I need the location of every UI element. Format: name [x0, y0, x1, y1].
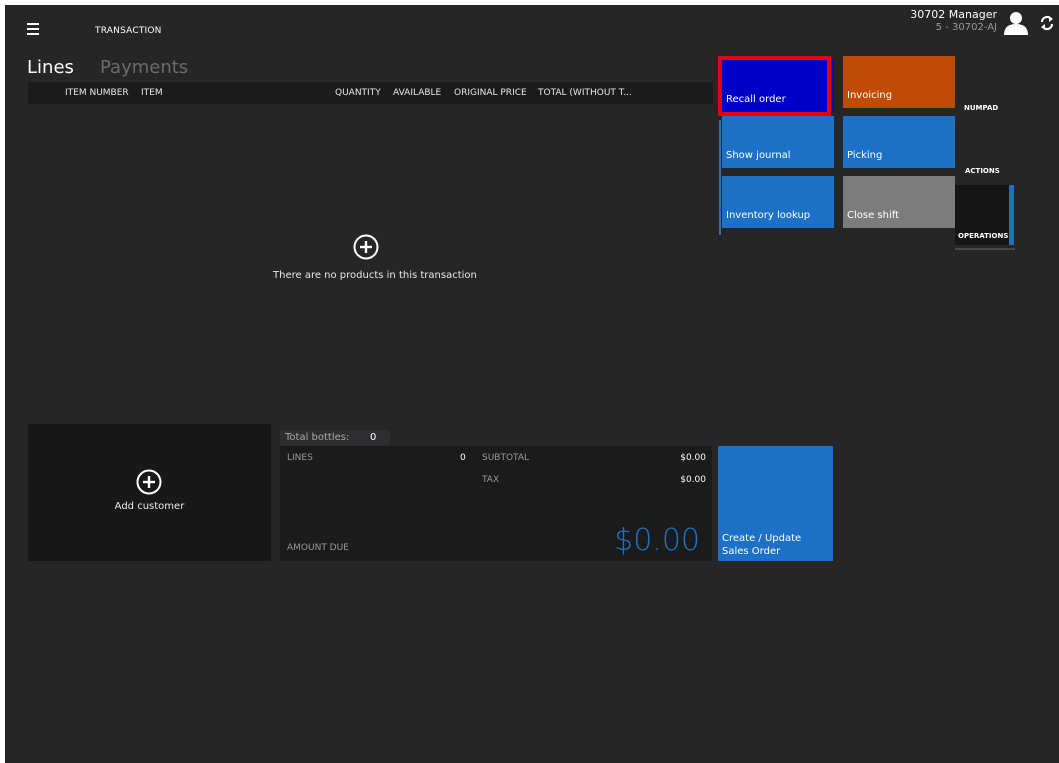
column-header-available[interactable]: AVAILABLE — [393, 88, 441, 98]
column-header-total[interactable]: TOTAL (WITHOUT T... — [538, 88, 632, 98]
amount-due-label: AMOUNT DUE — [287, 543, 349, 553]
total-bottles-label: Total bottles: — [285, 432, 350, 443]
add-customer-label: Add customer — [114, 501, 185, 512]
user-avatar-icon[interactable] — [1003, 9, 1029, 35]
column-header-quantity[interactable]: QUANTITY — [335, 88, 381, 98]
recall-order-label: Recall order — [726, 94, 786, 105]
side-tab-actions[interactable]: ACTIONS — [955, 123, 1019, 185]
invoicing-label: Invoicing — [847, 90, 893, 101]
show-journal-label: Show journal — [726, 150, 791, 161]
column-header-item[interactable]: ITEM — [141, 88, 163, 98]
hamburger-menu-icon[interactable] — [27, 23, 39, 35]
lines-count-value: 0 — [460, 453, 466, 463]
lines-count-label: LINES — [287, 453, 313, 463]
side-tab-numpad-label: NUMPAD — [964, 104, 999, 112]
create-update-sales-order-button[interactable]: Create / Update Sales Order — [718, 446, 833, 561]
column-header-original-price[interactable]: ORIGINAL PRICE — [454, 88, 527, 98]
create-update-sales-order-label: Create / Update Sales Order — [722, 533, 802, 557]
tab-lines[interactable]: Lines — [27, 57, 74, 78]
totals-panel: LINES 0 SUBTOTAL $0.00 TAX $0.00 AMOUNT … — [280, 446, 712, 561]
show-journal-button[interactable]: Show journal — [722, 116, 834, 168]
close-shift-label: Close shift — [847, 210, 900, 221]
empty-lines-message: There are no products in this transactio… — [273, 270, 477, 281]
add-customer-panel[interactable]: Add customer — [28, 424, 271, 561]
inventory-lookup-button[interactable]: Inventory lookup — [722, 176, 834, 228]
side-tab-numpad[interactable]: NUMPAD — [955, 56, 1019, 118]
lines-grid-header: ITEM NUMBER ITEM QUANTITY AVAILABLE ORIG… — [28, 82, 713, 104]
total-bottles-value: 0 — [370, 432, 377, 443]
recall-order-button[interactable]: Recall order — [722, 60, 834, 112]
add-customer-icon — [136, 469, 162, 495]
button-grid-edge — [719, 120, 721, 235]
subtotal-label: SUBTOTAL — [482, 453, 530, 463]
amount-due-value: $0.00 — [614, 523, 700, 558]
screen-title: TRANSACTION — [95, 26, 162, 36]
tax-label: TAX — [482, 475, 500, 485]
invoicing-button[interactable]: Invoicing — [843, 56, 955, 108]
side-tab-actions-label: ACTIONS — [965, 167, 1000, 175]
tax-value: $0.00 — [680, 475, 706, 485]
side-tab-bottom-line — [955, 248, 1015, 250]
picking-button[interactable]: Picking — [843, 116, 955, 168]
pos-transaction-screen: TRANSACTION 30702 Manager 5 - 30702-AJ L… — [5, 5, 1059, 763]
store-terminal-id: 5 - 30702-AJ — [935, 22, 997, 33]
subtotal-value: $0.00 — [680, 453, 706, 463]
close-shift-button[interactable]: Close shift — [843, 176, 955, 228]
side-tab-active-indicator — [1009, 185, 1014, 245]
user-name: 30702 Manager — [910, 8, 997, 21]
add-product-icon[interactable] — [353, 234, 379, 260]
side-tab-operations[interactable]: OPERATIONS — [955, 185, 1011, 245]
inventory-lookup-label: Inventory lookup — [726, 210, 811, 221]
picking-label: Picking — [847, 150, 883, 161]
tab-payments[interactable]: Payments — [100, 57, 188, 78]
total-bottles-bar: Total bottles: 0 — [280, 430, 390, 446]
column-header-item-number[interactable]: ITEM NUMBER — [65, 88, 129, 98]
refresh-icon[interactable] — [1039, 15, 1055, 31]
side-tab-operations-label: OPERATIONS — [958, 232, 1009, 240]
